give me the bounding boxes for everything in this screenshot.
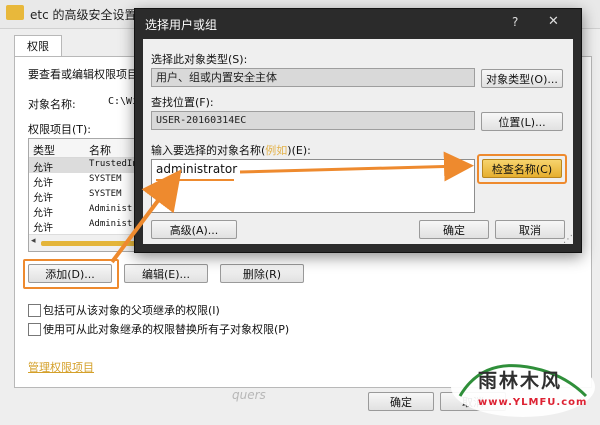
arrow-add-to-input (110, 169, 182, 264)
arrow-input-to-check (239, 151, 474, 182)
annotation-arrows (110, 151, 474, 264)
